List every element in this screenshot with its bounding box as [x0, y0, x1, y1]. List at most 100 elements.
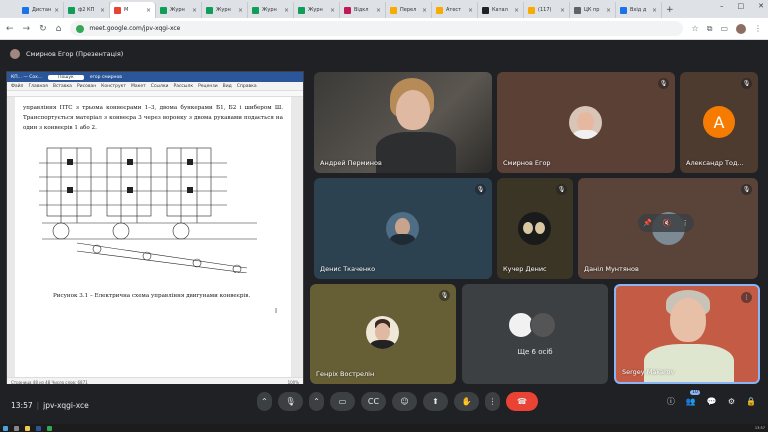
start-icon[interactable]: [3, 425, 8, 431]
close-tab-icon[interactable]: ×: [606, 7, 611, 14]
browser-tab[interactable]: Дистан ×: [18, 2, 64, 18]
chat-icon[interactable]: 💬: [707, 397, 717, 406]
word-menu-item[interactable]: Ссылки: [151, 84, 169, 89]
new-tab-icon[interactable]: +: [662, 2, 678, 18]
close-tab-icon[interactable]: ×: [376, 7, 381, 14]
shared-screen[interactable]: КП... — Сох... Пошук егор смирнов Файл Гл…: [6, 71, 304, 387]
close-tab-icon[interactable]: ×: [330, 7, 335, 14]
document-paragraph: управління ПТС з трьома конвеєрами 1–3, …: [23, 105, 283, 131]
more-options-icon[interactable]: ⋮: [682, 219, 689, 227]
close-tab-icon[interactable]: ×: [652, 7, 657, 14]
word-menu-item[interactable]: Файл: [11, 84, 23, 89]
video-settings-button[interactable]: ⌃: [309, 392, 324, 411]
back-icon[interactable]: ←: [6, 24, 14, 34]
host-controls-icon[interactable]: 🔒: [746, 397, 756, 406]
profile-avatar[interactable]: [736, 23, 746, 34]
maximize-icon[interactable]: □: [738, 2, 745, 10]
word-menu-item[interactable]: Рассылк: [173, 84, 193, 89]
browser-tab[interactable]: ЦК пр ×: [570, 2, 616, 18]
menu-kebab-icon[interactable]: ⋮: [754, 24, 762, 33]
word-menu-item[interactable]: Конструкт: [101, 84, 126, 89]
tab-favicon-icon: [206, 6, 213, 14]
browser-tab[interactable]: ф2 КП ×: [64, 2, 110, 18]
browser-tab[interactable]: Відкл ×: [340, 2, 386, 18]
close-tab-icon[interactable]: ×: [284, 7, 289, 14]
word-app-icon[interactable]: [36, 425, 41, 431]
address-bar[interactable]: meet.google.com/jpv-xqgi-xce: [70, 21, 683, 36]
camera-button[interactable]: ▭: [330, 392, 355, 411]
participant-tile[interactable]: 🎙 Генріх Вострелін: [310, 284, 456, 384]
active-speaker-tile[interactable]: ⋮ Sergey Makarov: [614, 284, 760, 384]
tab-favicon-icon: [390, 6, 397, 14]
browser-tab[interactable]: Журн ×: [248, 2, 294, 18]
close-tab-icon[interactable]: ×: [514, 7, 519, 14]
participant-tile[interactable]: 🎙 Денис Ткаченко: [314, 178, 492, 279]
home-icon[interactable]: ⌂: [56, 24, 62, 34]
captions-button[interactable]: CC: [361, 392, 386, 411]
browser-tab[interactable]: (117) ×: [524, 2, 570, 18]
browser-tab[interactable]: Журн ×: [202, 2, 248, 18]
word-menu-item[interactable]: Вставка: [53, 84, 72, 89]
close-tab-icon[interactable]: ×: [192, 7, 197, 14]
tab-label: Атест: [446, 7, 462, 13]
participant-tile[interactable]: 🎙 Кучер Денис: [497, 178, 573, 279]
close-tab-icon[interactable]: ×: [560, 7, 565, 14]
overflow-participants-tile[interactable]: Ще 6 осіб: [462, 284, 608, 384]
word-menu-item[interactable]: Рисован: [77, 84, 96, 89]
participant-avatar: A: [703, 106, 735, 138]
present-screen-button[interactable]: ⬆: [423, 392, 448, 411]
close-tab-icon[interactable]: ×: [54, 7, 59, 14]
word-menu-item[interactable]: Вид: [223, 84, 232, 89]
browser-tab[interactable]: Катал ×: [478, 2, 524, 18]
mic-muted-icon: 🎙: [556, 184, 567, 195]
pin-icon[interactable]: 📌: [643, 219, 652, 227]
os-taskbar: 13:57: [0, 424, 768, 432]
participant-tile[interactable]: Андрей Перминов: [314, 72, 492, 173]
word-menu-item[interactable]: Главная: [28, 84, 47, 89]
sidepanel-icon[interactable]: ▭: [720, 24, 728, 33]
close-tab-icon[interactable]: ×: [468, 7, 473, 14]
word-menu-item[interactable]: Справка: [237, 84, 257, 89]
extensions-icon[interactable]: ⧉: [707, 24, 713, 34]
close-tab-icon[interactable]: ×: [238, 7, 243, 14]
participant-tile[interactable]: A 🎙 Александр Тод...: [680, 72, 758, 173]
reload-icon[interactable]: ↻: [39, 24, 47, 34]
minimize-icon[interactable]: –: [720, 2, 724, 10]
search-icon[interactable]: [14, 425, 19, 431]
chrome-app-icon[interactable]: [47, 425, 52, 431]
bookmark-star-icon[interactable]: ☆: [692, 24, 699, 33]
more-options-icon[interactable]: ⋮: [741, 292, 752, 303]
microphone-button[interactable]: 🎙: [278, 392, 303, 411]
activities-icon[interactable]: ⚙: [728, 397, 735, 406]
participant-tile[interactable]: 📌 🔇 ⋮ 🎙 Даніл Мунтянов: [578, 178, 758, 279]
browser-tab[interactable]: М ×: [110, 2, 156, 18]
close-tab-icon[interactable]: ×: [422, 7, 427, 14]
browser-tab[interactable]: Вхід д ×: [616, 2, 662, 18]
audio-settings-button[interactable]: ⌃: [257, 392, 272, 411]
close-tab-icon[interactable]: ×: [100, 7, 105, 14]
raise-hand-button[interactable]: ✋: [454, 392, 479, 411]
browser-tab[interactable]: Перел ×: [386, 2, 432, 18]
reactions-button[interactable]: ☺: [392, 392, 417, 411]
participant-tile[interactable]: 🎙 Смирнов Егор: [497, 72, 675, 173]
browser-tab[interactable]: Журн ×: [294, 2, 340, 18]
browser-tab[interactable]: Атест ×: [432, 2, 478, 18]
browser-tab[interactable]: Журн ×: [156, 2, 202, 18]
site-info-icon[interactable]: [76, 24, 85, 33]
people-icon[interactable]: 👥 10: [686, 390, 700, 406]
presenter-bar: Смирнов Егор (Презентація): [10, 49, 123, 59]
meeting-details-icon[interactable]: ⓘ: [667, 396, 675, 407]
leave-call-button[interactable]: ☎: [506, 392, 538, 411]
more-options-button[interactable]: ⋮: [485, 392, 500, 411]
figure-caption: Рисунок 3.1 – Електрична схема управлінн…: [53, 293, 251, 299]
explorer-icon[interactable]: [25, 425, 30, 431]
close-tab-icon[interactable]: ×: [146, 7, 151, 14]
tab-label: Журн: [216, 7, 231, 13]
close-window-icon[interactable]: ✕: [758, 2, 764, 10]
forward-icon[interactable]: →: [23, 24, 31, 34]
tab-favicon-icon: [114, 6, 121, 14]
mute-participant-icon[interactable]: 🔇: [662, 219, 671, 227]
participant-name: Денис Ткаченко: [320, 265, 376, 273]
word-menu-item[interactable]: Рецензи: [198, 84, 218, 89]
word-menu-item[interactable]: Макет: [131, 84, 146, 89]
